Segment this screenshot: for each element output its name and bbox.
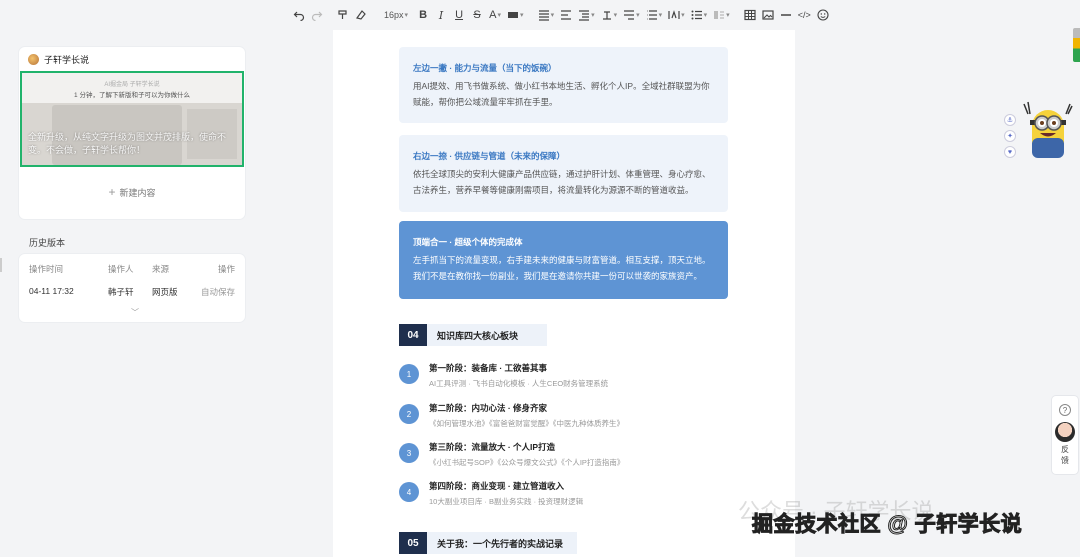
callout-block-left: 左边一撇 · 能力与流量（当下的饭碗） 用AI提效、用飞书做系统、做小红书本地生… — [399, 47, 728, 123]
section-number: 05 — [399, 532, 427, 554]
avatar — [28, 53, 39, 65]
table-icon[interactable] — [741, 6, 759, 24]
step-title: 第四阶段：商业变现 · 建立管道收入 — [429, 481, 565, 491]
heart-icon[interactable]: ♥ — [1004, 146, 1016, 158]
help-icon[interactable]: ? — [1059, 404, 1071, 416]
step-subtitle: 《如何管理水池》《富爸爸财富觉醒》《中医九种体质养生》 — [429, 419, 624, 428]
section-heading-05: 05 关于我：一个先行者的实战记录 — [399, 532, 577, 554]
italic-icon[interactable]: I — [432, 6, 450, 24]
code-icon[interactable]: </> — [795, 6, 814, 24]
undo-icon[interactable] — [290, 6, 308, 24]
history-operator: 韩子轩 — [108, 287, 134, 297]
help-widget[interactable]: ? 反馈 — [1052, 396, 1078, 474]
indent-icon[interactable]: ▾ — [575, 6, 598, 24]
font-size-value: 16px — [384, 10, 404, 20]
underline-icon[interactable]: U — [450, 6, 468, 24]
history-header-time: 操作时间 — [29, 264, 64, 274]
document-card: 子轩学长说 AI掘金局 子轩学长说 1 分钟，了解下新版和子可以为你做什么 全新… — [19, 47, 245, 219]
thumbnail-caption: 全新升级，从纯文字升级为图文并茂排版，使命不变。不会做，子轩学长帮你！ — [28, 132, 227, 155]
clear-format-icon[interactable] — [352, 6, 370, 24]
step-subtitle: 《小红书起号SOP》《公众号爆文公式》《个人IP打造指南》 — [429, 458, 625, 467]
editor-toolbar: 16px ▾ B I U S A ▾ ▾ ▾ ▾ ▾ ▾ ▾ ▾ ▾ ▾ </> — [0, 0, 1080, 30]
document-header: 子轩学长说 — [19, 47, 245, 71]
font-color-icon[interactable]: A ▾ — [486, 6, 504, 24]
redo-icon[interactable] — [308, 6, 326, 24]
divider-icon[interactable] — [777, 6, 795, 24]
strikethrough-icon[interactable]: S — [468, 6, 486, 24]
thumbnail-header: AI掘金局 子轩学长说 1 分钟，了解下新版和子可以为你做什么 — [22, 73, 242, 103]
anchor-icon[interactable]: ⚓ — [1004, 114, 1016, 126]
left-edge-handle[interactable] — [0, 258, 2, 272]
step-number: 3 — [399, 443, 419, 463]
history-header-action: 操作 — [217, 264, 235, 274]
step-subtitle: 10大副业项目库 · B副业务实践 · 投资理财逻辑 — [429, 497, 584, 506]
step-title: 第一阶段：装备库 · 工欲善其事 — [429, 363, 548, 373]
bold-icon[interactable]: B — [414, 6, 432, 24]
sparkle-icon[interactable]: ✦ — [1004, 130, 1016, 142]
side-panel-tab[interactable] — [1073, 28, 1080, 62]
new-content-button[interactable]: + 新建内容 — [19, 185, 245, 199]
history-card: 操作时间 操作人 来源 操作 04-11 17:32 韩子轩 网页版 自动保存 … — [19, 254, 245, 322]
callout-title: 右边一捺 · 供应链与管道（未来的保障） — [413, 151, 566, 161]
callout-body: 左手抓当下的流量变现，右手建未来的健康与财富管道。相互支撑，顶天立地。我们不是在… — [413, 255, 711, 281]
history-header-operator: 操作人 — [108, 264, 134, 274]
step-subtitle: AI工具评测 · 飞书自动化模板 · 人生CEO财务管理系统 — [429, 379, 609, 388]
history-action: 自动保存 — [200, 287, 235, 297]
document-thumbnail[interactable]: AI掘金局 子轩学长说 1 分钟，了解下新版和子可以为你做什么 全新升级，从纯文… — [20, 71, 244, 167]
step-title: 第三阶段：流量放大 · 个人IP打造 — [429, 442, 556, 452]
thumbnail-line-1: AI掘金局 子轩学长说 — [104, 82, 160, 88]
history-header-source: 来源 — [152, 264, 170, 274]
callout-body: 依托全球顶尖的安利大健康产品供应链，通过护肝计划、体重管理、身心疗愈、古法养生，… — [413, 169, 711, 195]
plus-icon: + — [108, 185, 116, 199]
feedback-button[interactable]: 反馈 — [1058, 444, 1072, 466]
bullet-list-icon[interactable]: ▾ — [688, 6, 711, 24]
callout-title: 左边一撇 · 能力与流量（当下的饭碗） — [413, 63, 557, 73]
format-painter-icon[interactable] — [334, 6, 352, 24]
step-number: 4 — [399, 482, 419, 502]
callout-block-right: 右边一捺 · 供应链与管道（未来的保障） 依托全球顶尖的安利大健康产品供应链，通… — [399, 135, 728, 212]
floating-tools: ⚓ ✦ ♥ — [1004, 114, 1018, 162]
section-title: 知识库四大核心板块 — [427, 324, 547, 346]
history-source: 网页版 — [152, 287, 178, 297]
align-icon[interactable]: ▾ — [535, 6, 558, 24]
step-number: 1 — [399, 364, 419, 384]
highlight-icon[interactable]: ▾ — [504, 6, 527, 24]
document-page: 左边一撇 · 能力与流量（当下的饭碗） 用AI提效、用飞书做系统、做小红书本地生… — [333, 30, 795, 557]
color-block-icon[interactable]: ▾ — [710, 6, 733, 24]
callout-title: 顶端合一 · 超级个体的完成体 — [413, 237, 523, 247]
line-height-icon[interactable]: ▾ — [598, 6, 621, 24]
image-icon[interactable] — [759, 6, 777, 24]
section-title: 关于我：一个先行者的实战记录 — [427, 532, 577, 554]
chevron-down-icon: ▾ — [404, 12, 409, 19]
thumbnail-line-2: 1 分钟，了解下新版和子可以为你做什么 — [74, 92, 190, 99]
callout-body: 用AI提效、用飞书做系统、做小红书本地生活、孵化个人IP。全域社群联盟为你赋能，… — [413, 81, 710, 107]
font-size-select[interactable]: 16px ▾ — [378, 6, 414, 24]
mascot-icon[interactable] — [1022, 100, 1074, 164]
step-number: 2 — [399, 404, 419, 424]
heading-icon[interactable] — [557, 6, 575, 24]
callout-block-top: 顶端合一 · 超级个体的完成体 左手抓当下的流量变现，右手建未来的健康与财富管道… — [399, 221, 728, 299]
chevron-down-icon[interactable]: ﹀ — [131, 307, 139, 318]
watermark: 掘金技术社区 @ 子轩学长说 — [751, 513, 1023, 537]
step-title: 第二阶段：内功心法 · 修身齐家 — [429, 403, 548, 413]
document-title: 子轩学长说 — [44, 54, 90, 65]
history-title: 历史版本 — [29, 238, 66, 248]
paragraph-icon[interactable]: ▾ — [620, 6, 643, 24]
history-time: 04-11 17:32 — [29, 286, 74, 296]
avatar — [1055, 422, 1075, 442]
section-heading-04: 04 知识库四大核心板块 — [399, 324, 547, 346]
emoji-icon[interactable] — [814, 6, 832, 24]
new-content-label: 新建内容 — [119, 188, 156, 198]
text-direction-icon[interactable]: ▾ — [665, 6, 688, 24]
list-icon[interactable]: ▾ — [643, 6, 666, 24]
section-number: 04 — [399, 324, 427, 346]
